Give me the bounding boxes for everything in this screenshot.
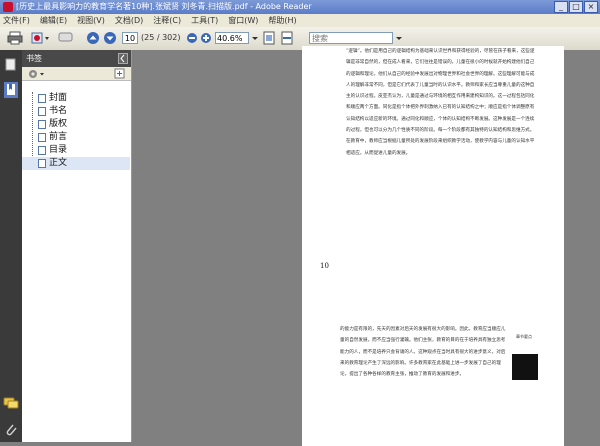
menu-document[interactable]: 文档(D) xyxy=(115,14,143,27)
share-icon[interactable] xyxy=(30,31,50,45)
menu-file[interactable]: 文件(F) xyxy=(3,14,30,27)
menu-bar: 文件(F) 编辑(E) 视图(V) 文档(D) 注释(C) 工具(T) 窗口(W… xyxy=(0,14,600,27)
zoom-input[interactable]: 40.6% xyxy=(215,32,249,44)
print-icon[interactable] xyxy=(7,31,23,45)
window-title: [历史上最具影响力的教育学名著10种].张斌贤 刘冬青.扫描版.pdf - Ad… xyxy=(16,2,312,11)
bookmarks-toolbar xyxy=(22,67,131,81)
maximize-button[interactable]: □ xyxy=(569,1,583,13)
comments-panel-icon[interactable] xyxy=(3,396,19,410)
bookmark-page-icon xyxy=(38,133,46,142)
menu-comments[interactable]: 注释(C) xyxy=(153,14,181,27)
next-page-icon[interactable] xyxy=(103,31,117,45)
bookmark-options-icon[interactable] xyxy=(27,68,47,79)
redacted-block xyxy=(512,354,538,380)
menu-window[interactable]: 窗口(W) xyxy=(228,14,258,27)
bookmark-page-icon xyxy=(38,94,46,103)
bookmark-page-icon xyxy=(38,120,46,129)
side-note: 章节要点 xyxy=(516,334,532,339)
page-number-input[interactable]: 10 xyxy=(122,32,138,44)
menu-help[interactable]: 帮助(H) xyxy=(268,14,296,27)
bookmark-item-preface[interactable]: 前言 xyxy=(22,131,130,144)
search-input[interactable]: 搜索 xyxy=(309,32,393,44)
fit-page-icon[interactable] xyxy=(262,31,276,45)
page-body-text: “逻辑”。他们是用自己的逻辑结构为基础来认识世界和获得经验的，尽管在孩子看来，这… xyxy=(346,49,535,156)
bookmark-list: 封面 书名 版权 前言 目录 正文 xyxy=(22,92,130,170)
title-bar: [历史上最具影响力的教育学名著10种].张斌贤 刘冬青.扫描版.pdf - Ad… xyxy=(0,0,600,14)
fit-width-icon[interactable] xyxy=(280,31,294,45)
bookmark-page-icon xyxy=(38,146,46,155)
page-number-label: 10 xyxy=(320,262,329,270)
bookmarks-title: 书签 xyxy=(26,54,42,63)
bookmark-page-icon xyxy=(38,107,46,116)
pages-panel-icon[interactable] xyxy=(5,58,17,72)
zoom-in-icon[interactable] xyxy=(200,31,212,45)
menu-view[interactable]: 视图(V) xyxy=(77,14,105,27)
bookmark-page-icon xyxy=(38,159,46,168)
close-panel-icon[interactable] xyxy=(118,53,128,64)
bookmarks-panel: 书签 封面 书名 版权 前言 目录 正文 xyxy=(22,50,132,442)
navigation-pane xyxy=(0,50,22,442)
search-dropdown-icon[interactable] xyxy=(395,31,403,45)
comment-icon[interactable] xyxy=(58,31,74,45)
bookmark-item-book-title[interactable]: 书名 xyxy=(22,105,130,118)
bookmark-item-contents[interactable]: 目录 xyxy=(22,144,130,157)
attachments-panel-icon[interactable] xyxy=(4,422,18,438)
bookmark-item-cover[interactable]: 封面 xyxy=(22,92,130,105)
previous-page-icon[interactable] xyxy=(86,31,100,45)
menu-tools[interactable]: 工具(T) xyxy=(191,14,218,27)
zoom-dropdown-icon[interactable] xyxy=(251,31,259,45)
minimize-button[interactable]: _ xyxy=(554,1,568,13)
bookmarks-header: 书签 xyxy=(22,50,131,67)
bookmarks-panel-icon[interactable] xyxy=(4,82,18,98)
zoom-out-icon[interactable] xyxy=(186,31,198,45)
page-count: (25 / 302) xyxy=(141,33,181,42)
menu-edit[interactable]: 编辑(E) xyxy=(40,14,67,27)
adobe-reader-icon xyxy=(3,2,13,12)
document-area[interactable]: “逻辑”。他们是用自己的逻辑结构为基础来认识世界和获得经验的，尽管在孩子看来，这… xyxy=(132,46,600,446)
bookmark-item-main-text[interactable]: 正文 xyxy=(22,157,130,170)
pdf-page-next: 的能力是有限的，先天的因素对后天的发展有很大的影响。因此，教育应当顺应儿童的自然… xyxy=(302,316,564,446)
page-body-text-next: 的能力是有限的，先天的因素对后天的发展有很大的影响。因此，教育应当顺应儿童的自然… xyxy=(340,327,506,378)
new-bookmark-icon[interactable] xyxy=(114,68,126,79)
pdf-page-current: “逻辑”。他们是用自己的逻辑结构为基础来认识世界和获得经验的，尽管在孩子看来，这… xyxy=(302,46,564,348)
close-button[interactable]: × xyxy=(584,1,598,13)
bookmark-item-copyright[interactable]: 版权 xyxy=(22,118,130,131)
